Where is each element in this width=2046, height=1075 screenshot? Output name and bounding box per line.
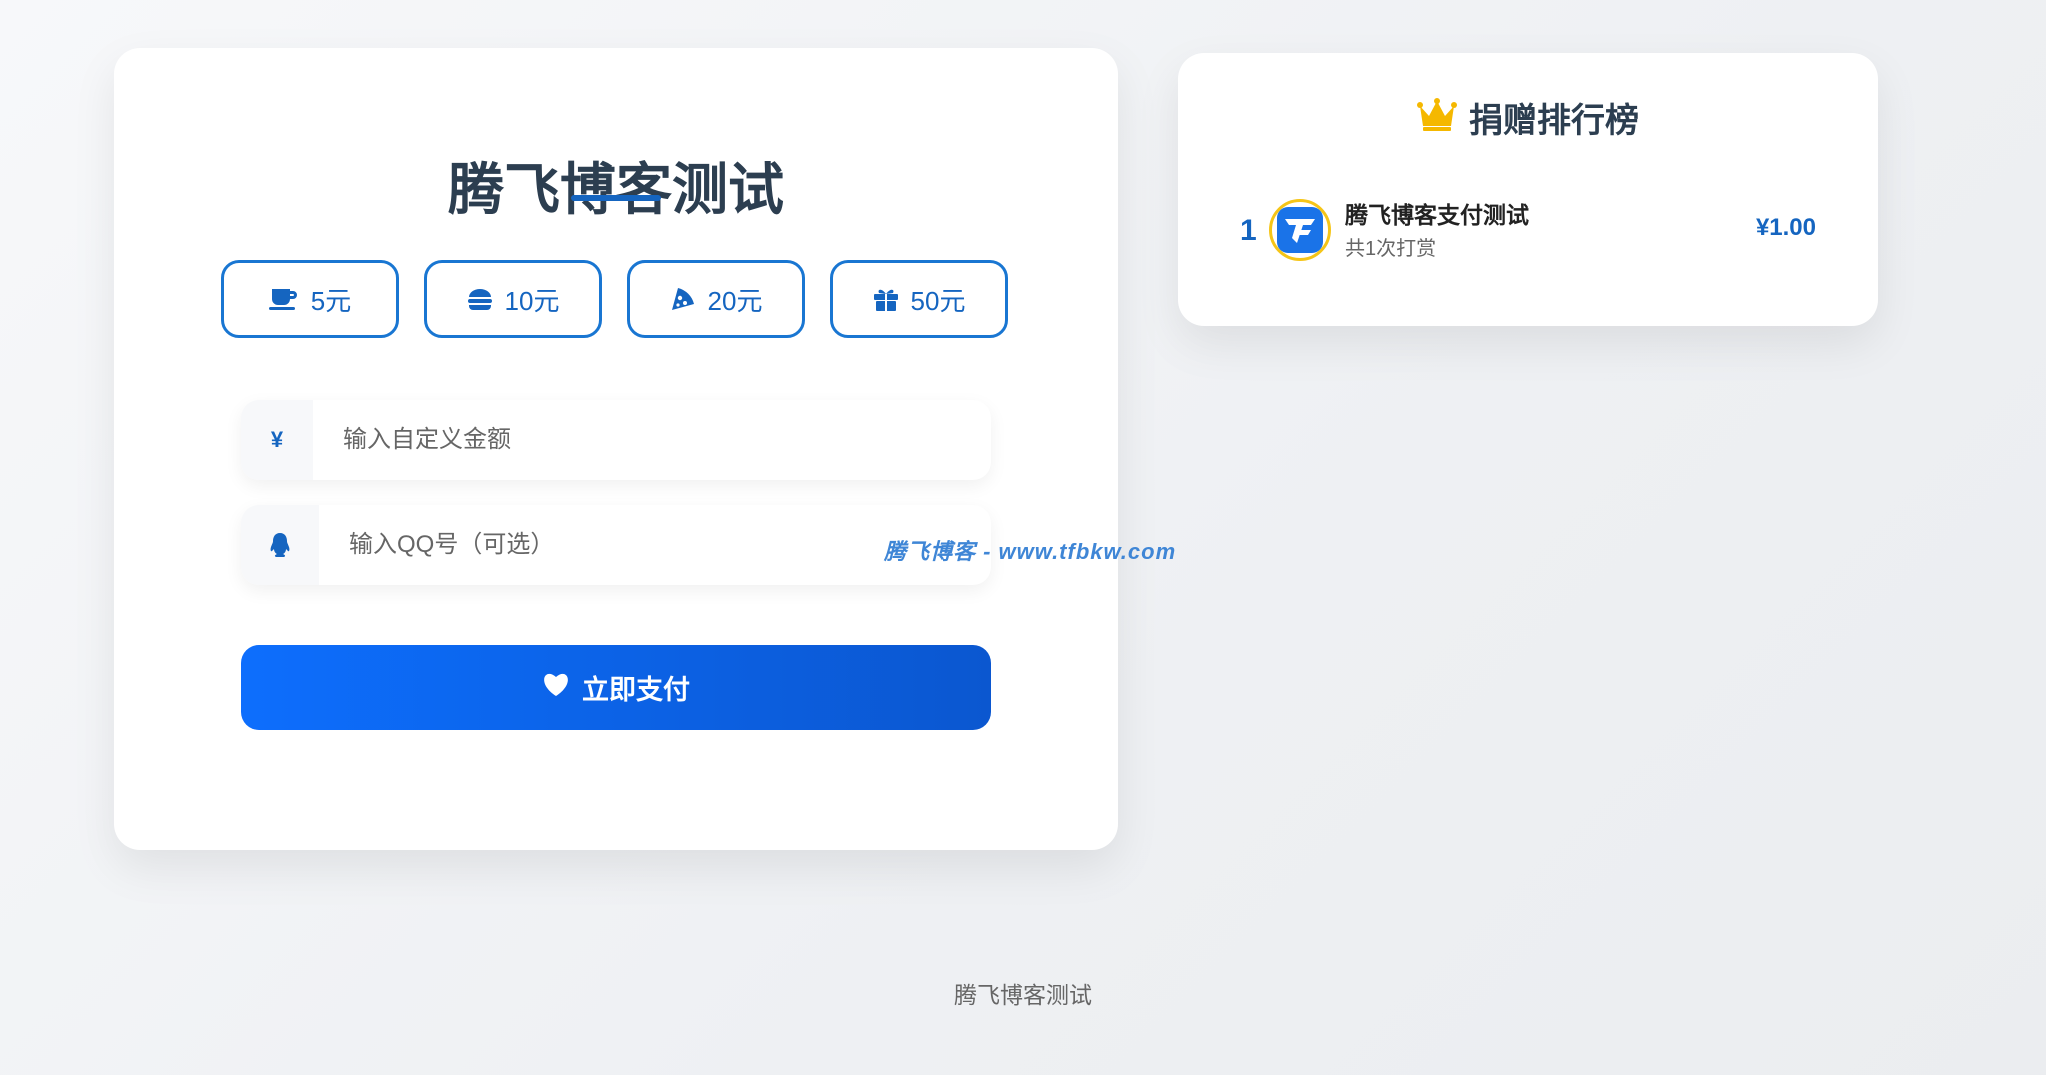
- heart-icon: [542, 671, 570, 704]
- tf-logo-avatar-icon: [1269, 199, 1331, 261]
- yen-prefix: ¥: [241, 400, 313, 480]
- amount-button-5[interactable]: 5元: [221, 260, 399, 338]
- custom-amount-group: ¥: [241, 400, 991, 480]
- ranking-title: 捐赠排行榜: [1469, 102, 1639, 140]
- donor-name: 腾飞博客支付测试: [1345, 202, 1529, 228]
- title-underline: [571, 195, 661, 201]
- amount-button-10[interactable]: 10元: [424, 260, 602, 338]
- coffee-icon: [268, 286, 299, 312]
- footer-text: 腾飞博客测试: [954, 982, 1092, 1008]
- donation-ranking-card: 捐赠排行榜 1 腾飞博客支付测试 共1次打赏 ¥1.00: [1178, 53, 1878, 326]
- crown-icon: [1417, 98, 1457, 137]
- amount-label: 5元: [310, 285, 352, 316]
- gift-icon: [873, 286, 899, 312]
- amount-label: 20元: [707, 285, 763, 316]
- amount-button-20[interactable]: 20元: [627, 260, 805, 338]
- pay-button-label: 立即支付: [582, 675, 690, 705]
- custom-amount-input[interactable]: [313, 400, 991, 480]
- qq-penguin-icon: [241, 505, 319, 585]
- qq-input-group: [241, 505, 991, 585]
- donation-amount: ¥1.00: [1755, 214, 1816, 241]
- watermark: 腾飞博客 - www.tfbkw.com: [884, 539, 1177, 564]
- amount-button-50[interactable]: 50元: [830, 260, 1008, 338]
- amount-label: 10元: [504, 285, 560, 316]
- pay-now-button[interactable]: 立即支付: [241, 645, 991, 730]
- pizza-icon: [670, 286, 696, 312]
- ranking-header: 捐赠排行榜: [1178, 93, 1878, 142]
- donation-count: 共1次打赏: [1345, 238, 1437, 260]
- page-title: 腾飞博客测试: [448, 158, 784, 221]
- burger-icon: [467, 287, 493, 311]
- amount-options: 5元 10元 20元 50元: [221, 260, 1009, 338]
- ranking-list-item: 1 腾飞博客支付测试 共1次打赏 ¥1.00: [1240, 196, 1816, 266]
- donation-card: 腾飞博客测试 5元 10元 20元 50元 ¥ 输入自定义金额 输入QQ号（可选…: [114, 48, 1118, 850]
- amount-label: 50元: [910, 285, 966, 316]
- rank-number: 1: [1240, 214, 1257, 247]
